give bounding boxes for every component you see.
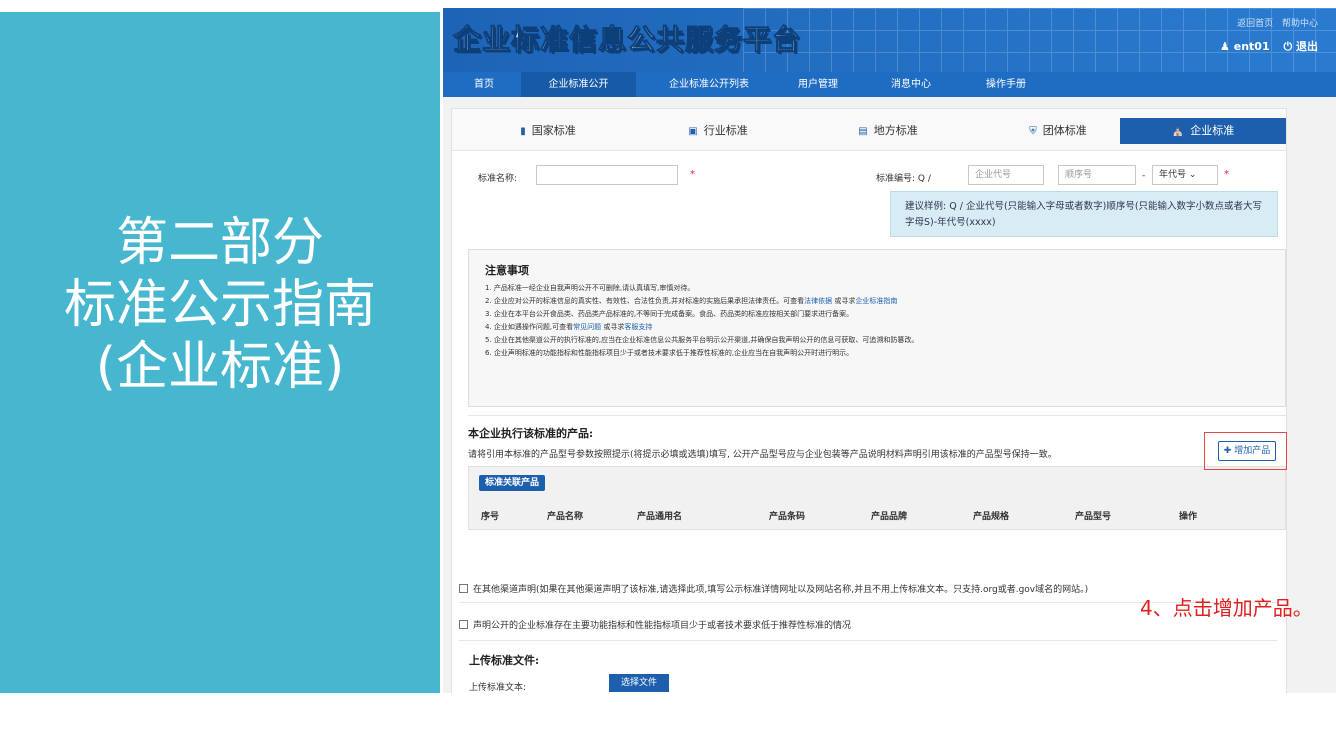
column-header: 操作 — [1179, 512, 1198, 522]
site-logo[interactable]: 企业标准信息公共服务平台 — [452, 18, 801, 58]
column-header: 产品规格 — [973, 512, 1010, 522]
lower-than-label: 声明公开的企业标准存在主要功能指标和性能指标项目少于或者技术要求低于推荐性标准的… — [473, 621, 852, 631]
column-header: 产品型号 — [1075, 512, 1112, 522]
lower-than-checkbox[interactable] — [459, 620, 468, 629]
tab-label: 国家标准 — [531, 124, 576, 137]
required-mark: * — [690, 169, 695, 180]
main-nav: 首页 企业标准公开 企业标准公开列表 用户管理 消息中心 操作手册 — [443, 72, 1336, 97]
tab-label: 企业标准 — [1190, 124, 1235, 137]
support-link[interactable]: 客服支持 — [624, 323, 652, 331]
notice-line: 3. 企业在本平台公开食品类、药品类产品标准的,不等同于完成备案。食品、药品类的… — [485, 310, 854, 318]
notice-line: 6. 企业声明标准的功能指标和性能指标项目少于或者技术要求低于推荐性标准的,企业… — [485, 349, 854, 357]
year-select[interactable]: 年代号 ⌄ — [1152, 165, 1218, 185]
related-products-tag: 标准关联产品 — [479, 475, 546, 491]
notice-text: 或寻求 — [832, 297, 856, 305]
nav-user-management[interactable]: 用户管理 — [783, 72, 853, 97]
standard-number-label: 标准编号: Q / — [876, 174, 931, 184]
tab-label: 团体标准 — [1042, 124, 1087, 137]
column-header: 产品品牌 — [871, 512, 908, 522]
logout-button[interactable]: ⏻ 退出 — [1283, 40, 1318, 53]
username: ent01 — [1233, 40, 1270, 53]
tab-national-standard[interactable]: ▮ 国家标准 — [468, 118, 628, 144]
top-links: 返回首页 帮助中心 — [1231, 16, 1318, 29]
number-format-hint: 建议样例: Q / 企业代号(只能输入字母或者数字)顺序号(只能输入数字小数点或… — [890, 191, 1278, 237]
section-title-line-2: 标准公示指南 — [63, 275, 376, 335]
top-banner: 企业标准信息公共服务平台 返回首页 帮助中心 ♟ ent01 ⏻ 退出 — [443, 8, 1336, 72]
product-table: 标准关联产品 序号 产品名称 产品通用名 产品条码 产品品牌 产品规格 产品型号… — [468, 466, 1286, 530]
section-title: 第二部分 标准公示指南 (企业标准) — [0, 212, 440, 398]
notice-line: 1. 产品标准一经企业自我声明公开不可删除,请认真填写,审慎对待。 — [485, 284, 695, 292]
column-header: 产品通用名 — [637, 512, 683, 522]
upload-title: 上传标准文件: — [469, 654, 540, 667]
products-description: 请将引用本标准的产品型号参数按照提示(将提示必填或选填)填写, 公开产品型号应与… — [468, 450, 1057, 460]
standard-name-label: 标准名称: — [478, 174, 518, 184]
divider — [468, 415, 1286, 416]
other-channel-label: 在其他渠道声明(如果在其他渠道声明了该标准,请选择此项,填写公示标准详情网址以及… — [473, 585, 1089, 595]
tab-industry-standard[interactable]: ▣ 行业标准 — [638, 118, 798, 144]
number-dash: - — [1142, 171, 1146, 181]
nav-std-list[interactable]: 企业标准公开列表 — [649, 72, 769, 97]
upload-label: 上传标准文本: — [469, 683, 527, 693]
other-channel-checkbox[interactable] — [459, 584, 468, 593]
briefcase-icon: ▣ — [688, 126, 698, 137]
notice-line: 2. 企业应对公开的标准信息的真实性、有效性、合法性负责,并对标准的实施后果承担… — [485, 295, 1269, 308]
tab-label: 行业标准 — [703, 124, 748, 137]
power-icon: ⏻ — [1283, 40, 1293, 53]
user-menu[interactable]: ♟ ent01 — [1220, 40, 1270, 53]
section-title-line-3: (企业标准) — [95, 337, 345, 397]
faq-link[interactable]: 常见问题 — [573, 323, 601, 331]
tab-group-standard[interactable]: ⛨ 团体标准 — [978, 118, 1138, 144]
add-product-label: 增加产品 — [1234, 446, 1271, 456]
sequence-number-input[interactable]: 顺序号 — [1058, 165, 1136, 185]
tab-local-standard[interactable]: ▤ 地方标准 — [808, 118, 968, 144]
standard-type-tabs: ▮ 国家标准 ▣ 行业标准 ▤ 地方标准 ⛨ 团体标准 ⛪ 企业标准 — [452, 109, 1286, 151]
standard-guide-link[interactable]: 企业标准指南 — [855, 297, 897, 305]
standard-name-input[interactable] — [536, 165, 678, 185]
column-header: 产品名称 — [547, 512, 584, 522]
notice-text: 2. 企业应对公开的标准信息的真实性、有效性、合法性负责,并对标准的实施后果承担… — [485, 297, 805, 305]
column-header: 序号 — [481, 512, 500, 522]
notice-text: 或寻求 — [601, 323, 625, 331]
choose-file-button[interactable]: 选择文件 — [609, 674, 669, 692]
lower-than-option[interactable]: 声明公开的企业标准存在主要功能指标和性能指标项目少于或者技术要求低于推荐性标准的… — [459, 618, 851, 631]
file-icon: ▤ — [858, 126, 868, 137]
screenshot: 企业标准信息公共服务平台 返回首页 帮助中心 ♟ ent01 ⏻ 退出 首页 企… — [443, 8, 1336, 693]
plus-icon: ✚ — [1223, 446, 1232, 456]
notice-line: 5. 企业在其他渠道公开的执行标准的,应当在企业标准信息公共服务平台明示公开渠道… — [485, 336, 919, 344]
nav-message-center[interactable]: 消息中心 — [876, 72, 946, 97]
step-callout: 4、点击增加产品。 — [1140, 596, 1313, 620]
nav-manual[interactable]: 操作手册 — [971, 72, 1041, 97]
tab-label: 地方标准 — [873, 124, 918, 137]
add-product-button[interactable]: ✚ 增加产品 — [1218, 441, 1276, 461]
required-mark: * — [1224, 169, 1229, 180]
tab-enterprise-standard[interactable]: ⛪ 企业标准 — [1120, 118, 1286, 144]
products-title: 本企业执行该标准的产品: — [468, 427, 594, 440]
section-title-line-1: 第二部分 — [115, 213, 324, 273]
book-icon: ▮ — [520, 126, 526, 137]
divider — [459, 640, 1277, 641]
user-icon: ♟ — [1220, 40, 1230, 53]
home-link[interactable]: 返回首页 — [1237, 19, 1273, 29]
column-header: 产品条码 — [769, 512, 806, 522]
notice-text: 4. 企业如遇操作问题,可查看 — [485, 323, 574, 331]
year-select-value: 年代号 — [1159, 170, 1187, 180]
add-product-highlight: ✚ 增加产品 — [1204, 432, 1287, 470]
bank-icon: ⛪ — [1171, 126, 1185, 137]
nav-home[interactable]: 首页 — [459, 72, 509, 97]
chevron-down-icon: ⌄ — [1188, 170, 1197, 180]
shield-icon: ⛨ — [1029, 126, 1037, 137]
nav-std-publish[interactable]: 企业标准公开 — [521, 72, 636, 97]
left-panel: 第二部分 标准公示指南 (企业标准) — [0, 12, 440, 693]
notice-title: 注意事项 — [485, 264, 529, 277]
slide: 第二部分 标准公示指南 (企业标准) 企业标准信息公共服务平台 返回首页 帮助中… — [0, 0, 1336, 729]
other-channel-option[interactable]: 在其他渠道声明(如果在其他渠道声明了该标准,请选择此项,填写公示标准详情网址以及… — [459, 582, 1088, 595]
help-link[interactable]: 帮助中心 — [1282, 19, 1318, 29]
notice-line: 4. 企业如遇操作问题,可查看常见问题 或寻求客服支持 — [485, 321, 1269, 334]
logout-label: 退出 — [1296, 40, 1318, 53]
notice-box: 注意事项 1. 产品标准一经企业自我声明公开不可删除,请认真填写,审慎对待。 2… — [468, 249, 1286, 407]
company-code-input[interactable]: 企业代号 — [968, 165, 1044, 185]
user-bar: ♟ ent01 ⏻ 退出 — [1210, 38, 1318, 54]
legal-basis-link[interactable]: 法律依据 — [804, 297, 832, 305]
